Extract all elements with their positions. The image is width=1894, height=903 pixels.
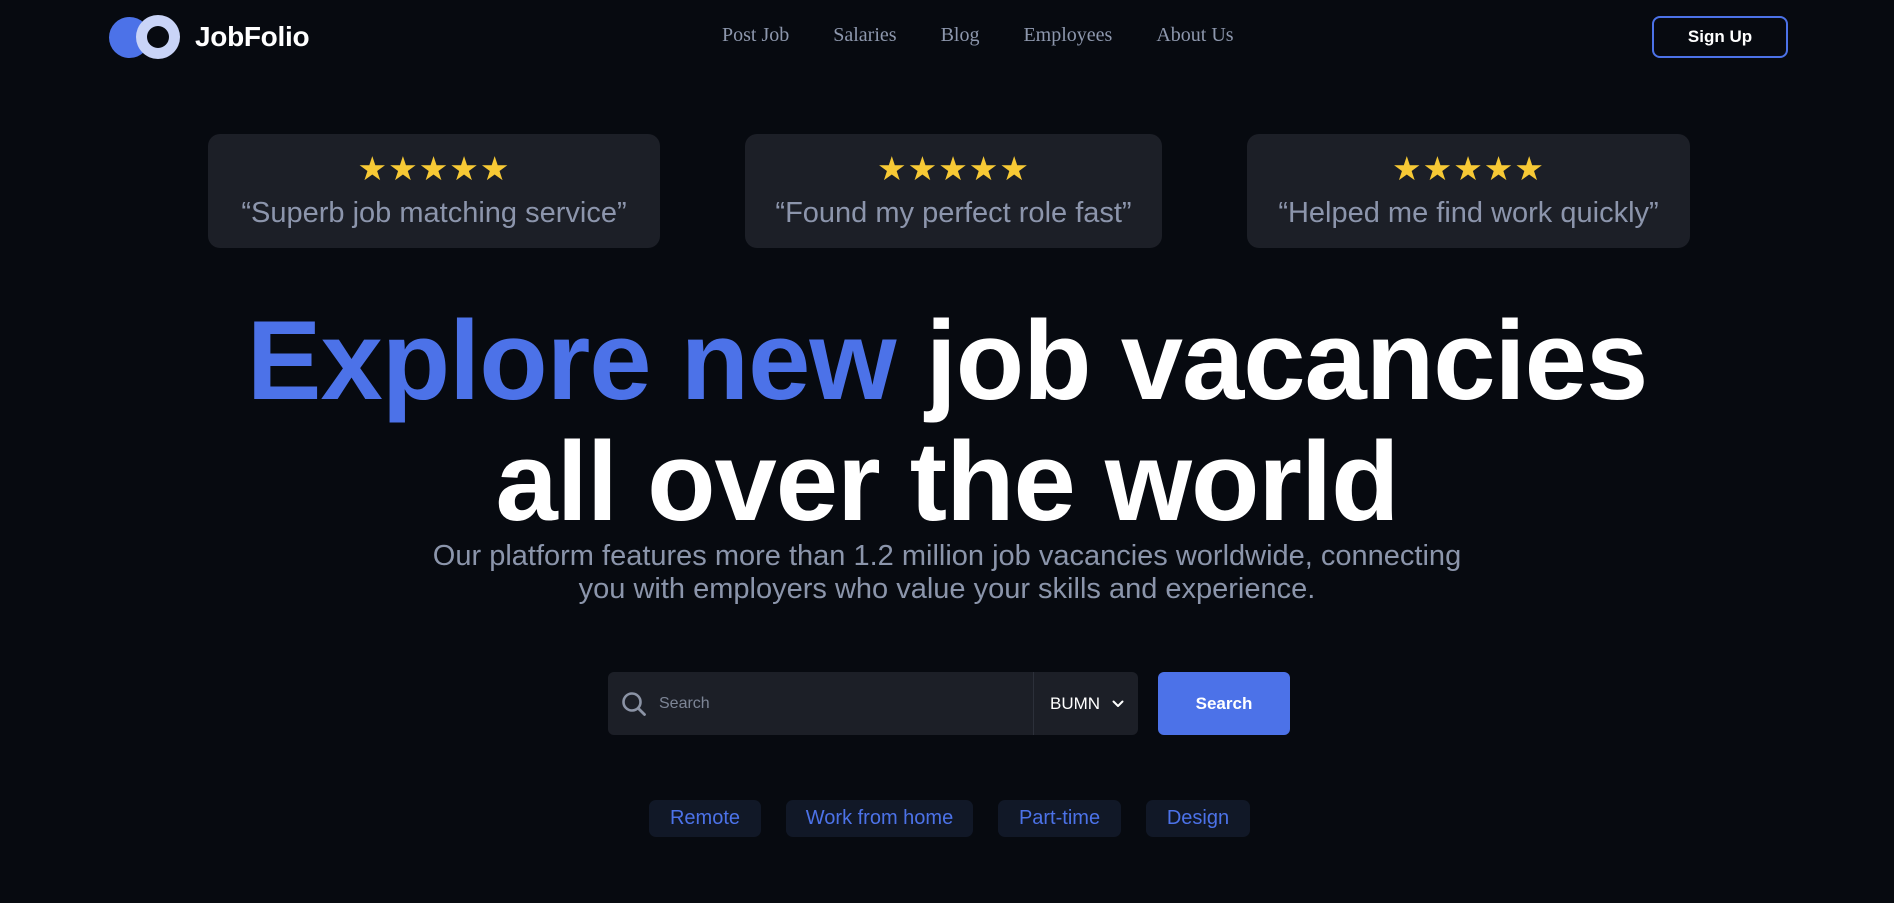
brand-logo[interactable]: JobFolio — [109, 15, 310, 59]
search-icon — [622, 691, 646, 716]
chevron-down-icon — [1112, 700, 1124, 707]
star-rating-icon: ★★★★★ — [877, 150, 1030, 187]
hero-subtitle-line1: Our platform features more than 1.2 mill… — [432, 540, 1462, 572]
region-select-value: BUMN — [1050, 693, 1101, 713]
nav-link-post-job[interactable]: Post Job — [722, 24, 789, 47]
nav-links: Post Job Salaries Blog Employees About U… — [700, 24, 1256, 47]
region-select[interactable]: BUMN — [1034, 672, 1138, 735]
tag-part-time[interactable]: Part-time — [998, 800, 1121, 837]
brand-name: JobFolio — [195, 21, 310, 52]
nav-link-about-us[interactable]: About Us — [1156, 24, 1233, 47]
hero-title-accent: Explore new — [246, 298, 897, 423]
review-quote: “Helped me find work quickly” — [1278, 197, 1659, 229]
tag-remote[interactable]: Remote — [649, 800, 761, 837]
nav-link-salaries[interactable]: Salaries — [833, 24, 896, 47]
hero-subtitle: Our platform features more than 1.2 mill… — [397, 540, 1497, 606]
tag-design[interactable]: Design — [1146, 800, 1250, 837]
search-bar: BUMN — [608, 672, 1138, 735]
review-card: ★★★★★ “Helped me find work quickly” — [1247, 134, 1690, 248]
search-button[interactable]: Search — [1158, 672, 1290, 735]
review-card: ★★★★★ “Superb job matching service” — [208, 134, 660, 248]
nav-link-blog[interactable]: Blog — [941, 24, 980, 47]
review-quote: “Superb job matching service” — [241, 197, 627, 229]
hero-title-rest: job vacancies — [925, 298, 1649, 423]
review-quote: “Found my perfect role fast” — [775, 197, 1132, 229]
hero-title-line2: all over the world — [495, 419, 1399, 544]
top-nav: JobFolio Post Job Salaries Blog Employee… — [0, 0, 1894, 76]
review-card: ★★★★★ “Found my perfect role fast” — [745, 134, 1162, 248]
hero-title: Explore new job vacancies all over the w… — [0, 300, 1894, 542]
sign-up-button[interactable]: Sign Up — [1652, 16, 1788, 58]
search-input[interactable] — [647, 672, 1033, 735]
star-rating-icon: ★★★★★ — [1392, 150, 1545, 187]
nav-link-employees[interactable]: Employees — [1023, 24, 1112, 47]
hero-subtitle-line2: you with employers who value your skills… — [578, 573, 1316, 605]
star-rating-icon: ★★★★★ — [357, 150, 511, 187]
tag-work-from-home[interactable]: Work from home — [786, 800, 973, 837]
logo-icon — [109, 15, 181, 59]
